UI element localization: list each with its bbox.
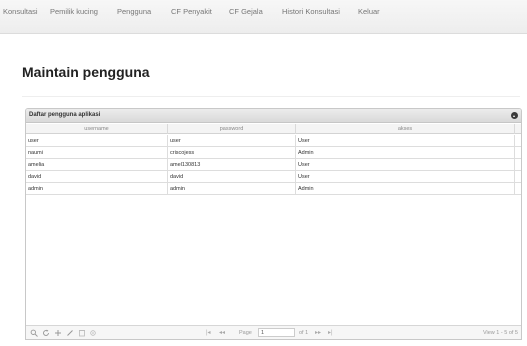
nav-pengguna[interactable]: Pengguna xyxy=(117,7,151,16)
nav-histori-konsultasi[interactable]: Histori Konsultasi xyxy=(282,7,340,16)
cell-password: criscojess xyxy=(168,147,296,159)
view-icon[interactable] xyxy=(89,329,97,337)
users-grid: Daftar pengguna aplikasi username passwo… xyxy=(25,108,522,340)
cell-akses: User xyxy=(296,135,515,147)
collapse-icon[interactable] xyxy=(511,112,518,119)
prev-page-button[interactable]: ◂◂ xyxy=(219,329,225,336)
grid-caption: Daftar pengguna aplikasi xyxy=(26,109,521,123)
nav-keluar[interactable]: Keluar xyxy=(358,7,380,16)
grid-header: username password akses xyxy=(26,124,521,134)
cell-akses: Admin xyxy=(296,147,515,159)
cell-username: naumi xyxy=(26,147,168,159)
nav-cf-gejala[interactable]: CF Gejala xyxy=(229,7,263,16)
cell-username: admin xyxy=(26,183,168,195)
cell-akses: User xyxy=(296,159,515,171)
edit-icon[interactable] xyxy=(66,329,74,337)
cell-akses: Admin xyxy=(296,183,515,195)
column-header-username[interactable]: username xyxy=(26,124,168,134)
cell-password: amel130813 xyxy=(168,159,296,171)
cell-password: admin xyxy=(168,183,296,195)
last-page-button[interactable]: ▸| xyxy=(328,329,333,336)
add-icon[interactable] xyxy=(54,329,62,337)
refresh-icon[interactable] xyxy=(42,329,50,337)
next-page-button[interactable]: ▸▸ xyxy=(315,329,321,336)
grid-body: user user User naumi criscojess Admin am… xyxy=(26,135,521,195)
table-row[interactable]: amelia amel130813 User xyxy=(26,159,521,171)
page-label: Page xyxy=(239,330,252,336)
delete-icon[interactable] xyxy=(78,329,86,337)
top-navbar: Konsultasi Pemilik kucing Pengguna CF Pe… xyxy=(0,0,527,34)
column-header-akses[interactable]: akses xyxy=(296,124,515,134)
search-icon[interactable] xyxy=(30,329,38,337)
cell-akses: User xyxy=(296,171,515,183)
page-count-label: of 1 xyxy=(299,330,309,336)
first-page-button[interactable]: |◂ xyxy=(206,329,211,336)
nav-cf-penyakit[interactable]: CF Penyakit xyxy=(171,7,212,16)
cell-username: amelia xyxy=(26,159,168,171)
cell-password: david xyxy=(168,171,296,183)
table-row[interactable]: admin admin Admin xyxy=(26,183,521,195)
page-number-input[interactable] xyxy=(258,328,295,337)
title-divider xyxy=(22,96,520,97)
cell-username: user xyxy=(26,135,168,147)
cell-username: david xyxy=(26,171,168,183)
grid-caption-title: Daftar pengguna aplikasi xyxy=(29,112,101,118)
table-row[interactable]: user user User xyxy=(26,135,521,147)
table-row[interactable]: david david User xyxy=(26,171,521,183)
column-header-password[interactable]: password xyxy=(168,124,296,134)
nav-pemilik-kucing[interactable]: Pemilik kucing xyxy=(50,7,98,16)
cell-password: user xyxy=(168,135,296,147)
nav-konsultasi[interactable]: Konsultasi xyxy=(3,7,38,16)
record-count-text: View 1 - 5 of 5 xyxy=(482,330,518,336)
grid-pager: |◂ ◂◂ Page of 1 ▸▸ ▸| View 1 - 5 of 5 xyxy=(26,325,521,339)
page-title: Maintain pengguna xyxy=(22,64,150,80)
table-row[interactable]: naumi criscojess Admin xyxy=(26,147,521,159)
